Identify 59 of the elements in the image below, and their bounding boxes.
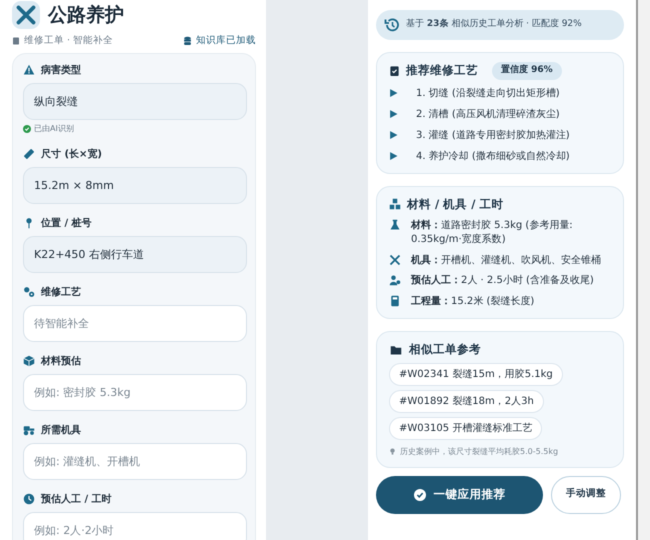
cube-icon — [23, 355, 35, 368]
play-icon — [389, 130, 398, 140]
input-field[interactable]: 例如: 灌缝机、开槽机 — [23, 442, 247, 480]
resource-detail: 工程量：15.2米 (裂缝长度) — [411, 294, 534, 309]
input-field[interactable]: K22+450 右侧行车道 — [23, 236, 247, 273]
field-label: 预估人工 / 工时 — [41, 492, 112, 507]
analysis-text: 基于 23条 相似历史工单分析 · 匹配度 92% — [406, 18, 582, 32]
clipboard-icon — [12, 36, 20, 46]
input-field[interactable]: 例如: 密封胶 5.3kg — [23, 374, 247, 411]
tractor-icon — [23, 424, 35, 436]
scrollbar[interactable] — [636, 0, 650, 540]
apply-button[interactable]: 一键应用推荐 — [376, 476, 543, 514]
knowledge-base-status: 知识库已加载 — [196, 34, 256, 48]
input-field[interactable]: 15.2m × 8mm — [23, 166, 247, 204]
process-step: 2. 清槽 (高压风机清理碎渣灰尘) — [416, 106, 560, 122]
input-field[interactable]: 纵向裂缝 — [23, 82, 247, 120]
card-title: 推荐维修工艺 — [406, 62, 478, 80]
order-reference[interactable]: #W02341 裂缝15m，用胶5.1kg — [389, 362, 563, 386]
ai-note: 已由AI识别 — [34, 122, 74, 135]
field-label: 位置 / 桩号 — [41, 216, 92, 231]
field-label: 材料预估 — [41, 354, 81, 369]
history-tip: 历史案例中，该尺寸裂缝平均耗胶5.0-5.5kg — [400, 446, 558, 458]
calculator-icon — [389, 294, 401, 307]
resource-detail: 材料：道路密封胶 5.3kg (参考用量: 0.35kg/m·宽度系数) — [411, 218, 574, 248]
resource-detail: 机具：开槽机、灌缝机、吹风机、安全锥桶 — [411, 254, 601, 268]
folder-icon — [389, 344, 403, 356]
lightbulb-icon — [389, 447, 396, 456]
play-icon — [389, 151, 398, 161]
clock-icon — [23, 493, 35, 506]
play-icon — [389, 88, 398, 98]
process-step: 1. 切缝 (沿裂缝走向切出矩形槽) — [416, 86, 560, 100]
database-icon — [183, 36, 192, 46]
clipboard-check-icon — [389, 64, 400, 78]
check-circle-icon — [414, 488, 426, 500]
process-step: 3. 灌缝 (道路专用密封胶加热灌注) — [416, 128, 570, 142]
card-title: 材料 / 机具 / 工时 — [407, 196, 504, 212]
subtitle: 维修工单 · 智能补全 — [24, 34, 114, 48]
input-field[interactable]: 待智能补全 — [23, 304, 247, 342]
order-reference[interactable]: #W03105 开槽灌缝标准工艺 — [389, 416, 542, 440]
app-title: 公路养护 — [48, 3, 124, 28]
resource-detail: 预估人工：2人 · 2.5小时 (含准备及收尾) — [411, 274, 594, 288]
confidence-badge: 置信度 96% — [492, 62, 562, 80]
check-circle-icon — [23, 124, 31, 133]
boxes-icon — [389, 198, 401, 210]
field-label: 维修工艺 — [41, 285, 81, 300]
gears-icon — [23, 286, 35, 298]
manual-adjust-button[interactable]: 手动调整 — [551, 476, 621, 514]
process-step: 4. 养护冷却 (撒布细砂或自然冷却) — [416, 148, 570, 164]
order-reference[interactable]: #W01892 裂缝18m，2人3h — [389, 390, 544, 412]
card-title: 相似工单参考 — [409, 341, 481, 358]
field-label: 所需机具 — [41, 424, 81, 438]
flask-icon — [389, 218, 401, 231]
people-icon — [389, 274, 401, 286]
history-icon — [384, 17, 400, 33]
field-label: 病害类型 — [41, 63, 81, 78]
warning-icon — [23, 64, 35, 76]
play-icon — [389, 109, 398, 119]
input-field[interactable]: 例如: 2人·2小时 — [23, 512, 247, 540]
field-label: 尺寸 (长×宽) — [41, 147, 102, 162]
